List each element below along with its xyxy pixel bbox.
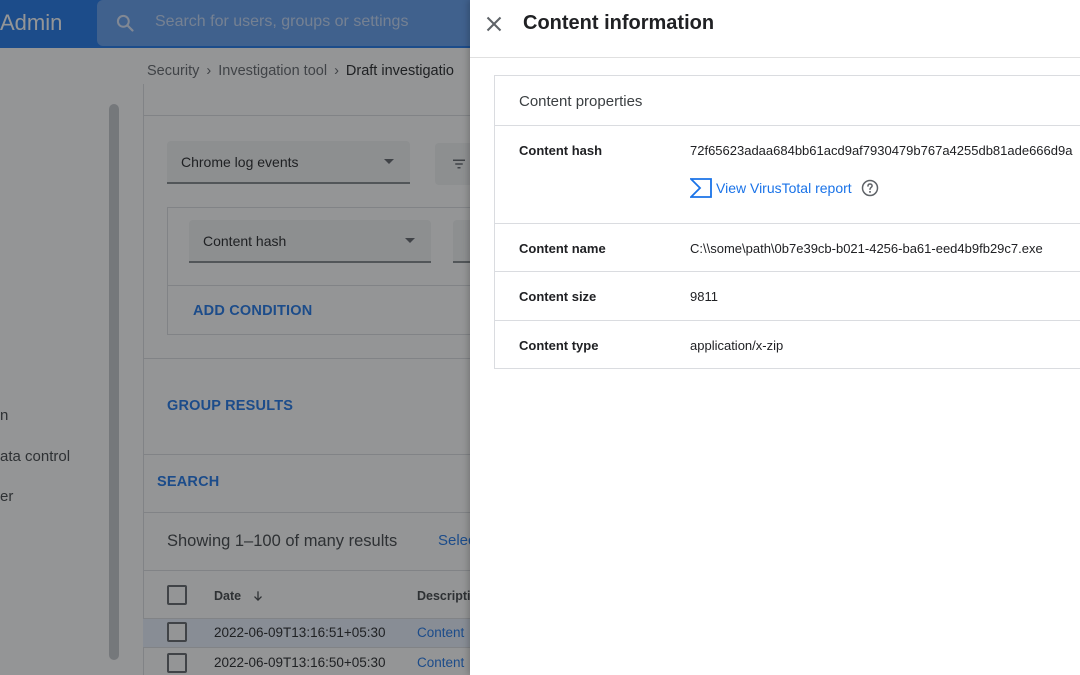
panel-title: Content information xyxy=(523,12,715,34)
close-icon[interactable] xyxy=(482,12,506,36)
property-value: 72f65623adaa684bb61acd9af7930479b767a425… xyxy=(690,143,1073,158)
panel-header: Content information xyxy=(470,0,1080,58)
property-value: application/x-zip xyxy=(690,338,784,353)
property-row-content-size: Content size 9811 xyxy=(495,272,1080,321)
property-key: Content name xyxy=(519,241,606,256)
content-properties-card: Content properties Content hash 72f65623… xyxy=(494,75,1080,369)
property-key: Content hash xyxy=(519,143,603,158)
property-row-content-hash: Content hash 72f65623adaa684bb61acd9af79… xyxy=(495,126,1080,224)
property-key: Content type xyxy=(519,338,599,353)
property-row-content-type: Content type application/x-zip xyxy=(495,321,1080,368)
property-value: 9811 xyxy=(690,289,718,304)
property-value: C:\\some\path\0b7e39cb-b021-4256-ba61-ee… xyxy=(690,241,1043,256)
property-row-content-name: Content name C:\\some\path\0b7e39cb-b021… xyxy=(495,224,1080,272)
section-header: Content properties xyxy=(495,76,1080,126)
virustotal-icon xyxy=(690,178,712,198)
property-key: Content size xyxy=(519,289,597,304)
section-title: Content properties xyxy=(519,93,643,110)
content-information-panel: Content information Content properties C… xyxy=(470,0,1080,675)
virustotal-link-text: View VirusTotal report xyxy=(716,180,852,196)
help-icon[interactable] xyxy=(861,179,879,197)
modal-scrim[interactable] xyxy=(0,0,470,675)
virustotal-link[interactable]: View VirusTotal report xyxy=(690,178,879,198)
